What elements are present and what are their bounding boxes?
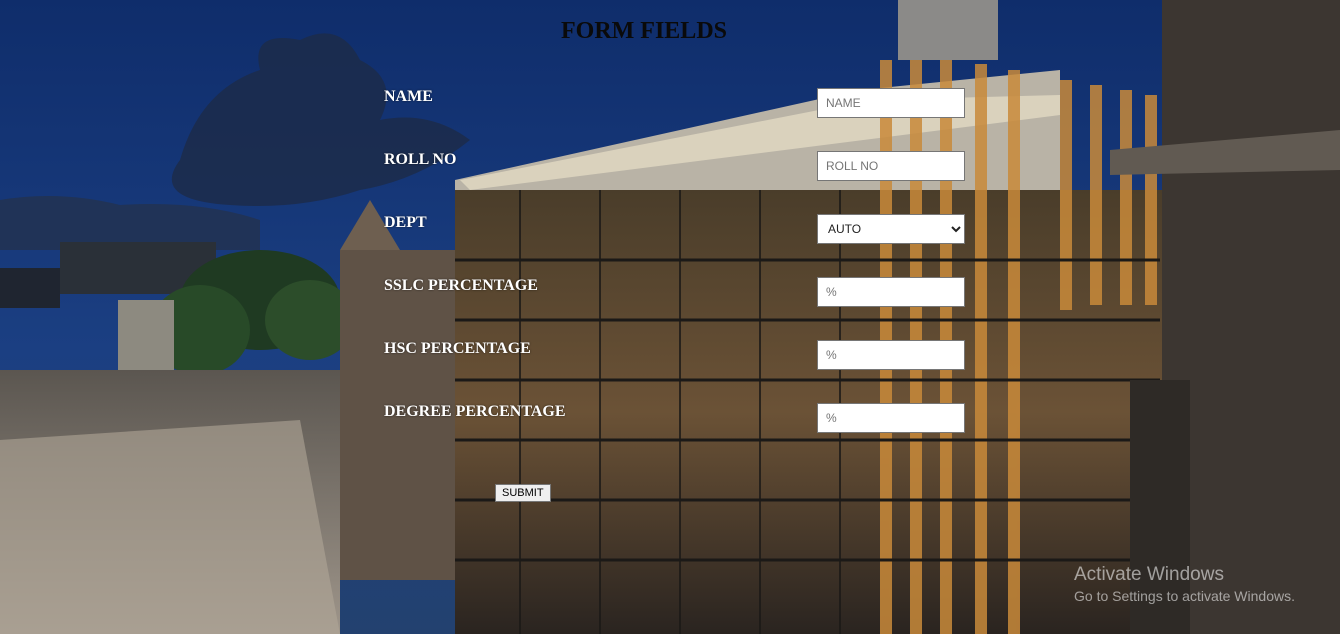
name-label: NAME [384, 88, 433, 105]
degree-percentage-input[interactable] [817, 403, 965, 433]
roll-no-input[interactable] [817, 151, 965, 181]
page-title: FORM FIELDS [560, 18, 727, 44]
hsc-percentage-input[interactable] [817, 340, 965, 370]
degree-percentage-label: DEGREE PERCENTAGE [384, 403, 566, 420]
name-input[interactable] [817, 88, 965, 118]
sslc-percentage-label: SSLC PERCENTAGE [384, 277, 538, 294]
sslc-percentage-input[interactable] [817, 277, 965, 307]
dept-select[interactable]: AUTO [817, 214, 965, 244]
roll-no-label: ROLL NO [384, 151, 457, 168]
background-campus-photo [0, 0, 1340, 634]
submit-button[interactable]: SUBMIT [495, 484, 551, 502]
hsc-percentage-label: HSC PERCENTAGE [384, 340, 531, 357]
dept-label: DEPT [384, 214, 427, 231]
activate-windows-title: Activate Windows [1074, 564, 1224, 585]
activate-windows-subtitle: Go to Settings to activate Windows. [1074, 588, 1295, 604]
